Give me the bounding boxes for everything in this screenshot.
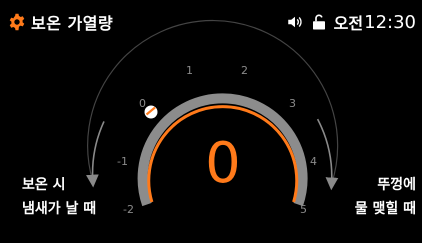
increase-hint-line2: 물 맺힐 때 (354, 201, 416, 217)
current-value: 0 (205, 131, 241, 196)
tick-label-2: 2 (241, 64, 248, 77)
increase-hint[interactable]: 뚜껑에 물 맺힐 때 (355, 173, 416, 221)
tick-label-3: 3 (289, 97, 296, 110)
tick-label-5: 5 (300, 203, 307, 216)
decrease-hint-line1: 보온 시 (22, 177, 66, 193)
decrease-hint-line2: 냄새가 날 때 (22, 201, 97, 217)
right-arc-arrow (316, 118, 339, 191)
tick-label-minus1: -1 (117, 155, 128, 168)
tick-label-0: 0 (139, 97, 146, 110)
increase-hint-line1: 뚜껑에 (377, 177, 416, 193)
dial-knob[interactable] (144, 105, 158, 119)
tick-label-1: 1 (186, 64, 193, 77)
tick-label-minus2: -2 (123, 203, 134, 216)
decrease-hint[interactable]: 보온 시 냄새가 날 때 (22, 173, 96, 221)
tick-label-4: 4 (310, 155, 317, 168)
heating-level-screen: 보온 가열량 오전 12:30 -2 -1 0 1 2 3 4 5 0 보온 시… (0, 0, 422, 243)
